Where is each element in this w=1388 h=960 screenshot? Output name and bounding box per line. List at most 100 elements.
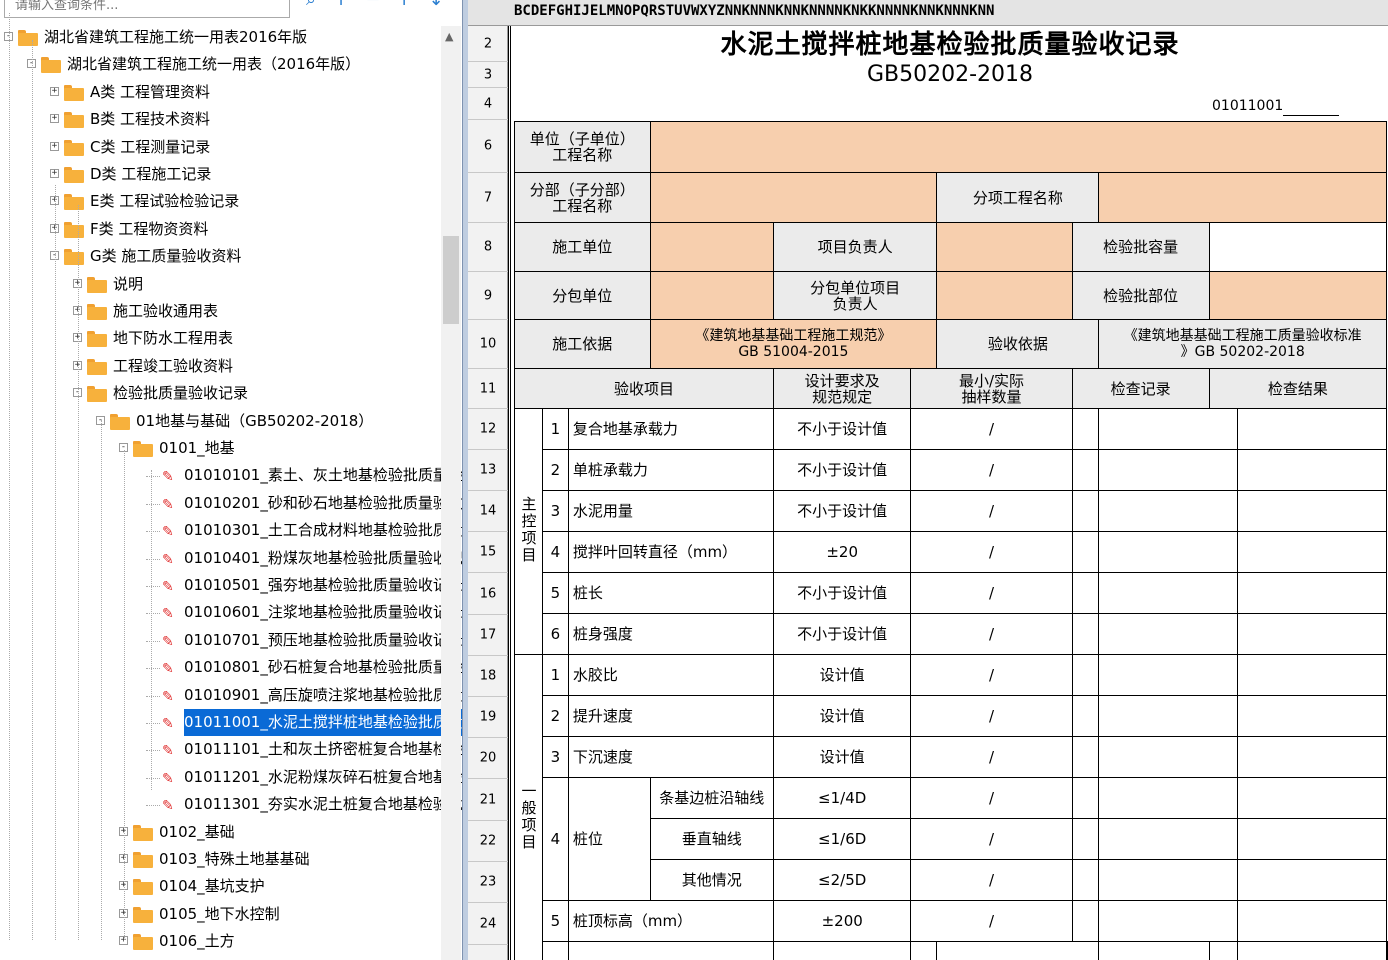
tree-node-g-child[interactable]: - 检验批质量验收记录 (0, 380, 440, 407)
row-header[interactable]: 16 (468, 573, 508, 615)
tree-node-doc[interactable]: ✎ 01010501_强夯地基检验批质量验收记录 (0, 572, 462, 599)
scroll-up-icon[interactable]: ▲ (445, 30, 453, 43)
scrollbar-thumb[interactable] (443, 236, 459, 324)
tree-node-doc[interactable]: ✎ 01011101_土和灰土挤密桩复合地基检验 (0, 736, 462, 763)
empty-cell[interactable] (567, 941, 774, 960)
result-cell[interactable] (1236, 613, 1388, 655)
sample-input-cell[interactable] (1071, 613, 1100, 655)
row-header[interactable]: 24 (468, 903, 508, 945)
row-header[interactable]: 9 (468, 272, 508, 320)
tree-node-section[interactable]: +0106_土方 (0, 928, 440, 955)
tree-node-category[interactable]: - G类 施工质量验收资料 (0, 243, 440, 270)
row-header[interactable]: 15 (468, 532, 508, 573)
result-cell[interactable] (1236, 654, 1388, 696)
tree-node-section[interactable]: +0102_基础 (0, 819, 440, 846)
row-header[interactable]: 21 (468, 779, 508, 821)
row-header[interactable]: 10 (468, 320, 508, 369)
tree-node-category[interactable]: + D类 工程施工记录 (0, 161, 440, 188)
empty-cell[interactable] (772, 941, 912, 960)
record-cell[interactable] (1098, 654, 1238, 696)
sample-input-cell[interactable] (1071, 531, 1100, 573)
tree-node-doc[interactable]: ✎ 01010901_高压旋喷注浆地基检验批质量 (0, 682, 462, 709)
empty-cell[interactable] (1098, 941, 1210, 960)
row-header[interactable]: 20 (468, 738, 508, 779)
tree-node-doc[interactable]: ✎ 01011001_水泥土搅拌桩地基检验批质量 (0, 709, 462, 736)
tree-node-doc[interactable]: ✎ 01010101_素土、灰土地基检验批质量验 (0, 462, 462, 489)
move-down-icon[interactable]: ↓ (425, 0, 447, 12)
result-cell[interactable] (1236, 736, 1388, 778)
result-cell[interactable] (1236, 900, 1388, 942)
expand-icon[interactable]: + (50, 87, 59, 96)
search-icon[interactable]: ⌕ (300, 0, 322, 12)
move-up-icon[interactable]: ↑ (393, 0, 415, 12)
record-cell[interactable] (1098, 900, 1238, 942)
row-header[interactable]: 12 (468, 409, 508, 450)
record-cell[interactable] (1098, 531, 1238, 573)
sample-input-cell[interactable] (1071, 490, 1100, 532)
record-cell[interactable] (1098, 572, 1238, 614)
tree-node-category[interactable]: + E类 工程试验检验记录 (0, 188, 440, 215)
basis-value[interactable]: 《建筑地基基础工程施工规范》 GB 51004-2015 (649, 319, 938, 369)
row-header[interactable]: 13 (468, 450, 508, 491)
sample-input-cell[interactable] (1071, 695, 1100, 737)
unit-project-value[interactable] (649, 121, 1387, 173)
tree-node-root[interactable]: - 湖北省建筑工程施工统一用表2016年版 (0, 24, 440, 51)
batch-location-value[interactable] (1208, 271, 1388, 320)
result-cell[interactable] (1236, 859, 1388, 901)
result-cell[interactable] (1236, 490, 1388, 532)
subcontractor-value[interactable] (649, 271, 774, 320)
tree-node-section[interactable]: +0105_地下水控制 (0, 901, 440, 928)
expand-icon[interactable]: + (50, 169, 59, 178)
sample-input-cell[interactable] (1071, 777, 1100, 819)
result-cell[interactable] (1236, 695, 1388, 737)
expand-icon[interactable]: + (50, 114, 59, 123)
tree-node-g-child[interactable]: + 说明 (0, 271, 440, 298)
record-cell[interactable] (1098, 818, 1238, 860)
record-cell[interactable] (1098, 449, 1238, 491)
row-header[interactable]: 19 (468, 697, 508, 738)
division-value[interactable] (649, 172, 938, 223)
empty-cell[interactable] (1208, 941, 1238, 960)
empty-cell[interactable] (1236, 941, 1388, 960)
record-cell[interactable] (1098, 777, 1238, 819)
tree-node-doc[interactable]: ✎ 01010401_粉煤灰地基检验批质量验收记 (0, 545, 462, 572)
row-header[interactable]: 18 (468, 656, 508, 697)
result-cell[interactable] (1236, 572, 1388, 614)
tree-node-g-child[interactable]: + 地下防水工程用表 (0, 325, 440, 352)
sample-input-cell[interactable] (1071, 408, 1100, 450)
tree-node-category[interactable]: + A类 工程管理资料 (0, 79, 440, 106)
pm-value[interactable] (936, 222, 1073, 272)
row-header[interactable]: 7 (468, 173, 508, 223)
tree-node-2016[interactable]: - 湖北省建筑工程施工统一用表（2016年版） (0, 51, 440, 78)
code-suffix-cell[interactable] (1283, 92, 1339, 116)
sub-pm-value[interactable] (936, 271, 1073, 320)
sample-input-cell[interactable] (1071, 859, 1100, 901)
row-header[interactable]: 17 (468, 615, 508, 656)
add-icon[interactable]: + (330, 0, 352, 12)
empty-cell[interactable] (936, 941, 1100, 960)
sample-input-cell[interactable] (1071, 654, 1100, 696)
remove-icon[interactable]: − (362, 0, 384, 12)
result-cell[interactable] (1236, 777, 1388, 819)
tree-node-category[interactable]: + B类 工程技术资料 (0, 106, 440, 133)
row-header[interactable]: 8 (468, 223, 508, 272)
tree-node-subsection[interactable]: -01地基与基础（GB50202-2018） (0, 408, 440, 435)
result-cell[interactable] (1236, 449, 1388, 491)
tree-node-doc[interactable]: ✎ 01010201_砂和砂石地基检验批质量验收 (0, 490, 462, 517)
expand-icon[interactable]: + (50, 142, 59, 151)
tree-node-section[interactable]: -0101_地基 (0, 435, 440, 462)
sample-input-cell[interactable] (1071, 818, 1100, 860)
record-cell[interactable] (1098, 490, 1238, 532)
empty-cell[interactable] (1386, 941, 1388, 960)
batch-capacity-value[interactable] (1208, 222, 1388, 272)
tree-node-section[interactable]: +0104_基坑支护 (0, 873, 440, 900)
subitem-value[interactable] (1098, 172, 1387, 223)
tree-node-section[interactable]: +0103_特殊土地基基础 (0, 846, 440, 873)
row-header[interactable]: 14 (468, 491, 508, 532)
row-header[interactable]: 4 (468, 88, 508, 120)
sample-input-cell[interactable] (1071, 572, 1100, 614)
row-header[interactable]: 2 (468, 26, 508, 62)
tree-node-g-child[interactable]: + 施工验收通用表 (0, 298, 440, 325)
record-cell[interactable] (1098, 736, 1238, 778)
row-header[interactable]: 11 (468, 369, 508, 409)
